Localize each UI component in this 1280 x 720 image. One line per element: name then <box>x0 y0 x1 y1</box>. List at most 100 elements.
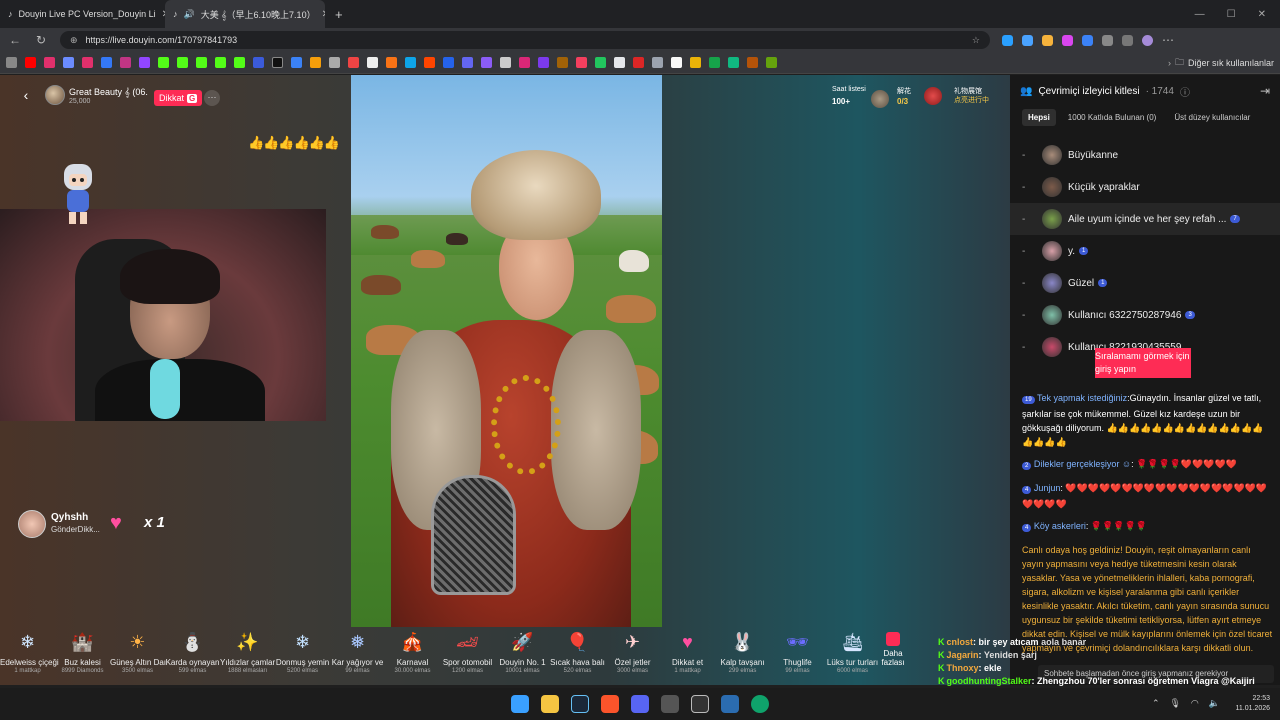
bookmark-icon[interactable] <box>215 57 226 68</box>
star-icon[interactable]: ☆ <box>972 35 980 46</box>
extension-icon[interactable] <box>1082 34 1093 46</box>
download-icon[interactable] <box>1122 34 1133 46</box>
chat-username[interactable]: Dilekler gerçekleşiyor ☺ <box>1034 459 1131 469</box>
menu-icon[interactable]: ⋯ <box>1162 33 1174 47</box>
viewer-row[interactable]: - Aile uyum içinde ve her şey refah ... 7 <box>1010 203 1280 235</box>
chat-username[interactable]: Tek yapmak istediğiniz <box>1037 393 1127 403</box>
gift-item[interactable]: ✨ Yıldızlar çamlar 1888 elmasları <box>220 626 275 685</box>
speaker-icon[interactable]: 🔊 <box>184 9 195 20</box>
follow-button[interactable]: Dikkat G <box>154 90 203 106</box>
reload-icon[interactable]: ↻ <box>34 33 48 47</box>
youtube-icon[interactable] <box>25 57 36 68</box>
gift-item[interactable]: 🛳 Lüks tur turları 6000 elmas <box>825 626 880 685</box>
gift-item[interactable]: 🐰 Kalp tavşanı 299 elmas <box>715 626 770 685</box>
edge-icon[interactable] <box>751 695 769 713</box>
bookmark-icon[interactable] <box>652 57 663 68</box>
bookmark-icon[interactable] <box>557 57 568 68</box>
bookmark-icon[interactable] <box>101 57 112 68</box>
x-icon[interactable] <box>272 57 283 68</box>
profile-avatar[interactable] <box>1142 34 1153 46</box>
bookmark-icon[interactable] <box>728 57 739 68</box>
maximize-icon[interactable]: ☐ <box>1227 9 1236 20</box>
gift-item[interactable]: ✈ Özel jetler 3000 elmas <box>605 626 660 685</box>
bookmark-icon[interactable] <box>709 57 720 68</box>
back-button[interactable]: ‹ <box>18 87 34 103</box>
gift-item[interactable]: 🏰 Buz kalesi 8999 Diamonds <box>55 626 110 685</box>
bookmark-icon[interactable] <box>6 57 17 68</box>
site-info-icon[interactable]: ⊕ <box>70 35 78 46</box>
filter-top-users[interactable]: Üst düzey kullanıcılar <box>1168 109 1256 126</box>
brave-icon[interactable] <box>601 695 619 713</box>
instagram-icon[interactable] <box>44 57 55 68</box>
live-video[interactable] <box>351 75 662 627</box>
bookmark-icon[interactable] <box>500 57 511 68</box>
bookmark-icon[interactable] <box>519 57 530 68</box>
viewer-row[interactable]: - Güzel 1 <box>1010 267 1280 299</box>
url-field[interactable]: ⊕ https://live.douyin.com/170797841793 ☆ <box>60 31 990 49</box>
gift-item[interactable]: ❅ Kar yağıyor ve 99 elmas <box>330 626 385 685</box>
bookmark-icon[interactable] <box>424 57 435 68</box>
login-tooltip[interactable]: Sıralamamı görmek için giriş yapın <box>1095 348 1191 378</box>
gift-item[interactable]: ❄ Edelweiss çiçeği 1 mattkap <box>0 626 59 685</box>
file-explorer-icon[interactable] <box>541 695 559 713</box>
more-gifts-button[interactable]: Daha fazlası <box>880 626 906 685</box>
streamer-name[interactable]: Great Beauty 𝄞 (06. <box>69 87 148 98</box>
bookmark-icon[interactable] <box>386 57 397 68</box>
gift-item[interactable]: ☀ Güneş Altın Daı 3500 elmas <box>110 626 166 685</box>
tab-live-stream[interactable]: ♪ 🔊 大美 𝄞（早上6.10晚上7.10） ✕ <box>165 0 325 28</box>
bookmark-icon[interactable] <box>576 57 587 68</box>
task-label[interactable]: 解花 <box>897 86 911 96</box>
gift-item[interactable]: 🕶 Thuglife 99 elmas <box>770 626 825 685</box>
more-options-button[interactable]: ··· <box>204 90 220 106</box>
minimize-icon[interactable]: — <box>1195 9 1205 20</box>
bookmark-icon[interactable] <box>253 57 264 68</box>
bookmark-icon[interactable] <box>63 57 74 68</box>
new-tab-button[interactable]: + <box>325 7 353 22</box>
gift-item[interactable]: ⛄ Karda oynayan 599 elmas <box>165 626 220 685</box>
bookmark-icon[interactable] <box>633 57 644 68</box>
bookmark-icon[interactable] <box>481 57 492 68</box>
mic-icon[interactable]: 🎙 <box>1169 698 1180 709</box>
bookmark-icon[interactable] <box>538 57 549 68</box>
twitch-icon[interactable] <box>139 57 150 68</box>
gift-item[interactable]: 🚀 Douyin No. 1 10001 elmas <box>495 626 550 685</box>
discord-icon[interactable] <box>631 695 649 713</box>
bookmark-icon[interactable] <box>329 57 340 68</box>
gift-item[interactable]: 🏎 Spor otomobil 1200 elmas <box>440 626 495 685</box>
obs-icon[interactable] <box>691 695 709 713</box>
filter-1000[interactable]: 1000 Katlıda Bulunan (0) <box>1062 109 1163 126</box>
bookmark-icon[interactable] <box>405 57 416 68</box>
other-bookmarks[interactable]: › 🗀 Diğer sık kullanılanlar <box>1168 55 1274 71</box>
volume-icon[interactable]: 🔈 <box>1209 698 1220 709</box>
extension-icon[interactable] <box>1002 34 1013 46</box>
bookmark-icon[interactable] <box>291 57 302 68</box>
bookmark-icon[interactable] <box>614 57 625 68</box>
bookmark-icon[interactable] <box>310 57 321 68</box>
instagram-icon[interactable] <box>82 57 93 68</box>
bookmark-icon[interactable] <box>747 57 758 68</box>
bookmark-icon[interactable] <box>120 57 131 68</box>
gift-item[interactable]: 🎪 Karnaval 30.000 elmas <box>385 626 440 685</box>
bookmark-icon[interactable] <box>595 57 606 68</box>
viewer-row[interactable]: - Büyükanne <box>1010 139 1280 171</box>
bookmark-icon[interactable] <box>766 57 777 68</box>
kick-icon[interactable] <box>177 57 188 68</box>
collapse-panel-icon[interactable]: ⇥ <box>1260 84 1270 98</box>
back-icon[interactable]: ← <box>8 33 22 47</box>
streamer-avatar[interactable] <box>45 85 65 105</box>
kick-icon[interactable] <box>158 57 169 68</box>
viewer-row[interactable]: - Kullanıcı 6322750287946 3 <box>1010 299 1280 331</box>
extension-icon[interactable] <box>1022 34 1033 46</box>
clock[interactable]: 22:53 11.01.2026 <box>1235 694 1270 714</box>
wifi-icon[interactable]: ◠ <box>1191 698 1199 709</box>
bookmark-icon[interactable] <box>690 57 701 68</box>
chat-username[interactable]: Junjun <box>1034 483 1061 493</box>
rank-avatar[interactable] <box>871 90 889 108</box>
kick-icon[interactable] <box>196 57 207 68</box>
bookmark-icon[interactable] <box>348 57 359 68</box>
bookmark-icon[interactable] <box>671 57 682 68</box>
extensions-puzzle-icon[interactable] <box>1102 34 1113 46</box>
extension-icon[interactable] <box>1042 34 1053 46</box>
extension-icon[interactable] <box>1062 34 1073 46</box>
hourly-rank-label[interactable]: Saat listesi <box>832 86 866 93</box>
